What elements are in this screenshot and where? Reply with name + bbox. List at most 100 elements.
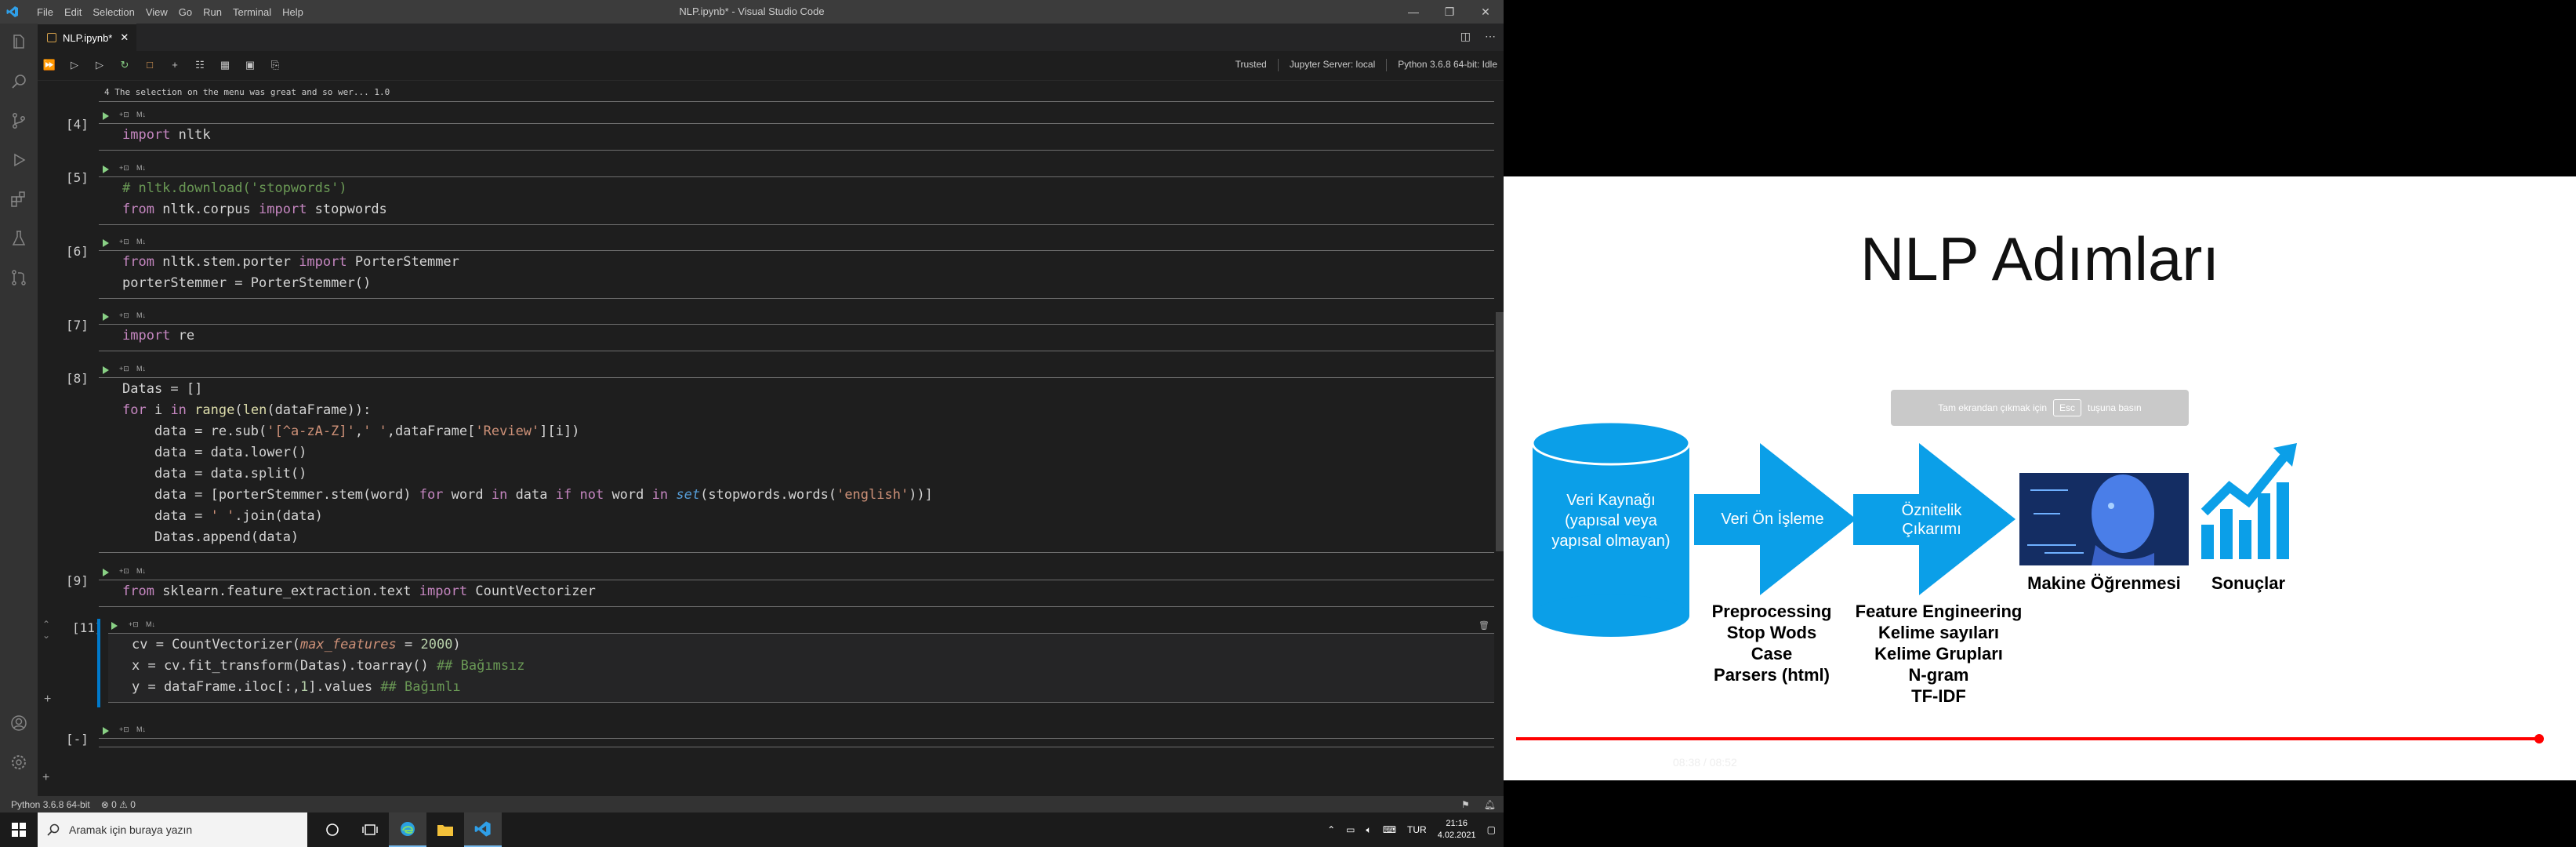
notebook-cell[interactable]: [6] +⊡ M↓ from nltk.stem.porter import Port… bbox=[38, 236, 1496, 304]
markdown-toggle[interactable]: M↓ bbox=[136, 311, 146, 319]
export-icon[interactable]: ⎘ bbox=[268, 58, 282, 72]
volume-icon[interactable] bbox=[1632, 754, 1653, 771]
rewind-10-icon[interactable]: 10 bbox=[1554, 753, 1573, 772]
notebook-cell[interactable]: [4] +⊡ M↓ import nltk bbox=[38, 109, 1496, 155]
keyboard-icon[interactable]: ⌨︎ bbox=[1383, 824, 1396, 835]
feedback-icon[interactable]: ⚑ bbox=[1461, 799, 1470, 810]
network-icon[interactable]: ▭ bbox=[1346, 824, 1355, 835]
source-control-icon[interactable] bbox=[9, 111, 28, 130]
insert-cell-icon[interactable]: +⊡ bbox=[119, 311, 129, 320]
markdown-toggle[interactable]: M↓ bbox=[136, 164, 146, 172]
insert-cell-icon[interactable]: +⊡ bbox=[119, 111, 129, 119]
notification-center-icon[interactable]: ▢ bbox=[1487, 824, 1496, 835]
scrollbar-thumb[interactable] bbox=[1496, 312, 1504, 551]
notebook-cell[interactable]: [-] +⊡ M↓ bbox=[38, 724, 1496, 752]
minimize-icon[interactable]: — bbox=[1395, 0, 1431, 24]
explorer-icon[interactable] bbox=[9, 33, 28, 52]
restore-icon[interactable]: ❐ bbox=[1431, 0, 1468, 24]
exit-fullscreen-icon[interactable] bbox=[2546, 751, 2565, 769]
jupyter-server-status[interactable]: Jupyter Server: local bbox=[1290, 59, 1375, 71]
run-above-icon[interactable]: ▷ bbox=[67, 58, 82, 72]
cortana-icon[interactable] bbox=[314, 812, 351, 847]
split-editor-icon[interactable]: ◫ bbox=[1460, 30, 1471, 43]
interrupt-kernel-icon[interactable]: □ bbox=[143, 58, 157, 72]
markdown-toggle[interactable]: M↓ bbox=[136, 111, 146, 118]
run-cell-icon[interactable] bbox=[103, 727, 109, 735]
run-cell-icon[interactable] bbox=[103, 112, 109, 120]
insert-cell-icon[interactable]: +⊡ bbox=[119, 164, 129, 173]
add-cell-bottom-icon[interactable]: + bbox=[42, 771, 49, 785]
notebook-scrollbar[interactable] bbox=[1494, 81, 1504, 796]
problems-indicator[interactable]: ⊗ 0 ⚠ 0 bbox=[101, 799, 136, 810]
notebook-cell[interactable]: [9] +⊡ M↓ from sklearn.feature_extraction.t… bbox=[38, 565, 1496, 612]
python-interpreter[interactable]: Python 3.6.8 64-bit bbox=[11, 799, 90, 810]
volume-icon[interactable]: 🔈︎ bbox=[1366, 824, 1372, 836]
markdown-toggle[interactable]: M↓ bbox=[136, 567, 146, 575]
video-player[interactable]: NLP Adımları Tam ekrandan çıkmak için Es… bbox=[1504, 0, 2576, 847]
task-view-icon[interactable] bbox=[351, 812, 389, 847]
kernel-status[interactable]: Python 3.6.8 64-bit: Idle bbox=[1398, 59, 1497, 71]
cell-editor[interactable] bbox=[99, 738, 1496, 747]
run-cell-icon[interactable] bbox=[103, 239, 109, 247]
settings-gear-icon[interactable] bbox=[2513, 751, 2532, 769]
markdown-toggle[interactable]: M↓ bbox=[136, 725, 146, 733]
trusted-label[interactable]: Trusted bbox=[1235, 59, 1267, 71]
testing-icon[interactable] bbox=[9, 229, 28, 248]
notebook-cell[interactable]: [11] +⊡ M↓ 🗑︎ ⌃ ⌄ cv = CountVectorizer(max_fea… bbox=[38, 619, 1496, 707]
taskbar-clock[interactable]: 21:16 4.02.2021 bbox=[1438, 818, 1476, 842]
insert-cell-icon[interactable]: +⊡ bbox=[119, 725, 129, 734]
search-placeholder: Aramak için buraya yazın bbox=[69, 823, 193, 836]
code-line: from nltk.corpus import stopwords bbox=[122, 202, 387, 217]
run-cell-icon[interactable] bbox=[103, 366, 109, 374]
edge-browser-icon[interactable] bbox=[389, 812, 426, 847]
insert-cell-icon[interactable]: +⊡ bbox=[119, 567, 129, 576]
settings-gear-icon[interactable] bbox=[9, 753, 28, 772]
close-icon[interactable]: ✕ bbox=[1468, 0, 1504, 24]
delete-cell-icon[interactable]: 🗑︎ bbox=[1478, 620, 1489, 631]
account-icon[interactable] bbox=[9, 714, 28, 732]
language-indicator[interactable]: TUR bbox=[1407, 824, 1427, 835]
taskbar-search-box[interactable]: Aramak için buraya yazın bbox=[38, 812, 307, 847]
vscode-taskbar-icon[interactable] bbox=[464, 812, 502, 847]
tray-chevron-icon[interactable]: ⌃ bbox=[1327, 824, 1335, 835]
search-icon[interactable] bbox=[9, 72, 28, 91]
progress-scrubber[interactable] bbox=[2534, 734, 2544, 743]
notifications-bell-icon[interactable]: 🔔︎ bbox=[1484, 799, 1496, 810]
pull-request-icon[interactable] bbox=[9, 268, 28, 287]
variables-icon[interactable]: ▦ bbox=[218, 58, 232, 72]
more-actions-icon[interactable]: ⋯ bbox=[1485, 30, 1496, 43]
tab-label: NLP.ipynb* bbox=[63, 31, 113, 44]
run-cell-icon[interactable] bbox=[103, 569, 109, 576]
play-icon[interactable] bbox=[1518, 754, 1533, 771]
insert-cell-icon[interactable]: +⊡ bbox=[119, 365, 129, 373]
extensions-icon[interactable] bbox=[9, 190, 28, 209]
forward-10-icon[interactable]: 10 bbox=[1593, 753, 1612, 772]
start-button[interactable] bbox=[0, 812, 38, 847]
notebook-cell[interactable]: [8] +⊡ M↓ Datas = [] for i in range(len(data… bbox=[38, 363, 1496, 558]
run-below-icon[interactable]: ▷ bbox=[93, 58, 107, 72]
cell-editor[interactable] bbox=[99, 123, 1496, 151]
add-cell-icon[interactable]: + bbox=[168, 58, 182, 72]
run-cell-icon[interactable] bbox=[111, 622, 118, 630]
file-explorer-icon[interactable] bbox=[426, 812, 464, 847]
markdown-toggle[interactable]: M↓ bbox=[146, 620, 155, 628]
run-cell-icon[interactable] bbox=[103, 313, 109, 321]
run-cell-icon[interactable] bbox=[103, 165, 109, 173]
notebook-cell[interactable]: [5] +⊡ M↓ # nltk.download('stopwords') from … bbox=[38, 162, 1496, 230]
notebook-cell[interactable]: [7] +⊡ M↓ import re bbox=[38, 310, 1496, 356]
tab-close-icon[interactable]: ✕ bbox=[120, 31, 129, 44]
markdown-toggle[interactable]: M↓ bbox=[136, 238, 146, 245]
add-cell-icon[interactable]: + bbox=[44, 693, 51, 707]
run-all-icon[interactable]: ⏩ bbox=[42, 58, 56, 72]
clear-outputs-icon[interactable]: ☷ bbox=[193, 58, 207, 72]
cell-editor[interactable] bbox=[99, 324, 1496, 351]
tab-nlp-notebook[interactable]: NLP.ipynb* ✕ bbox=[38, 24, 136, 51]
move-cell-icon[interactable]: ⌃ ⌄ bbox=[42, 619, 50, 641]
save-icon[interactable]: ▣ bbox=[243, 58, 257, 72]
insert-cell-icon[interactable]: +⊡ bbox=[129, 620, 139, 629]
markdown-toggle[interactable]: M↓ bbox=[136, 365, 146, 373]
restart-kernel-icon[interactable]: ↻ bbox=[118, 58, 132, 72]
progress-bar[interactable] bbox=[1516, 734, 2567, 743]
run-debug-icon[interactable] bbox=[9, 151, 28, 169]
insert-cell-icon[interactable]: +⊡ bbox=[119, 238, 129, 246]
